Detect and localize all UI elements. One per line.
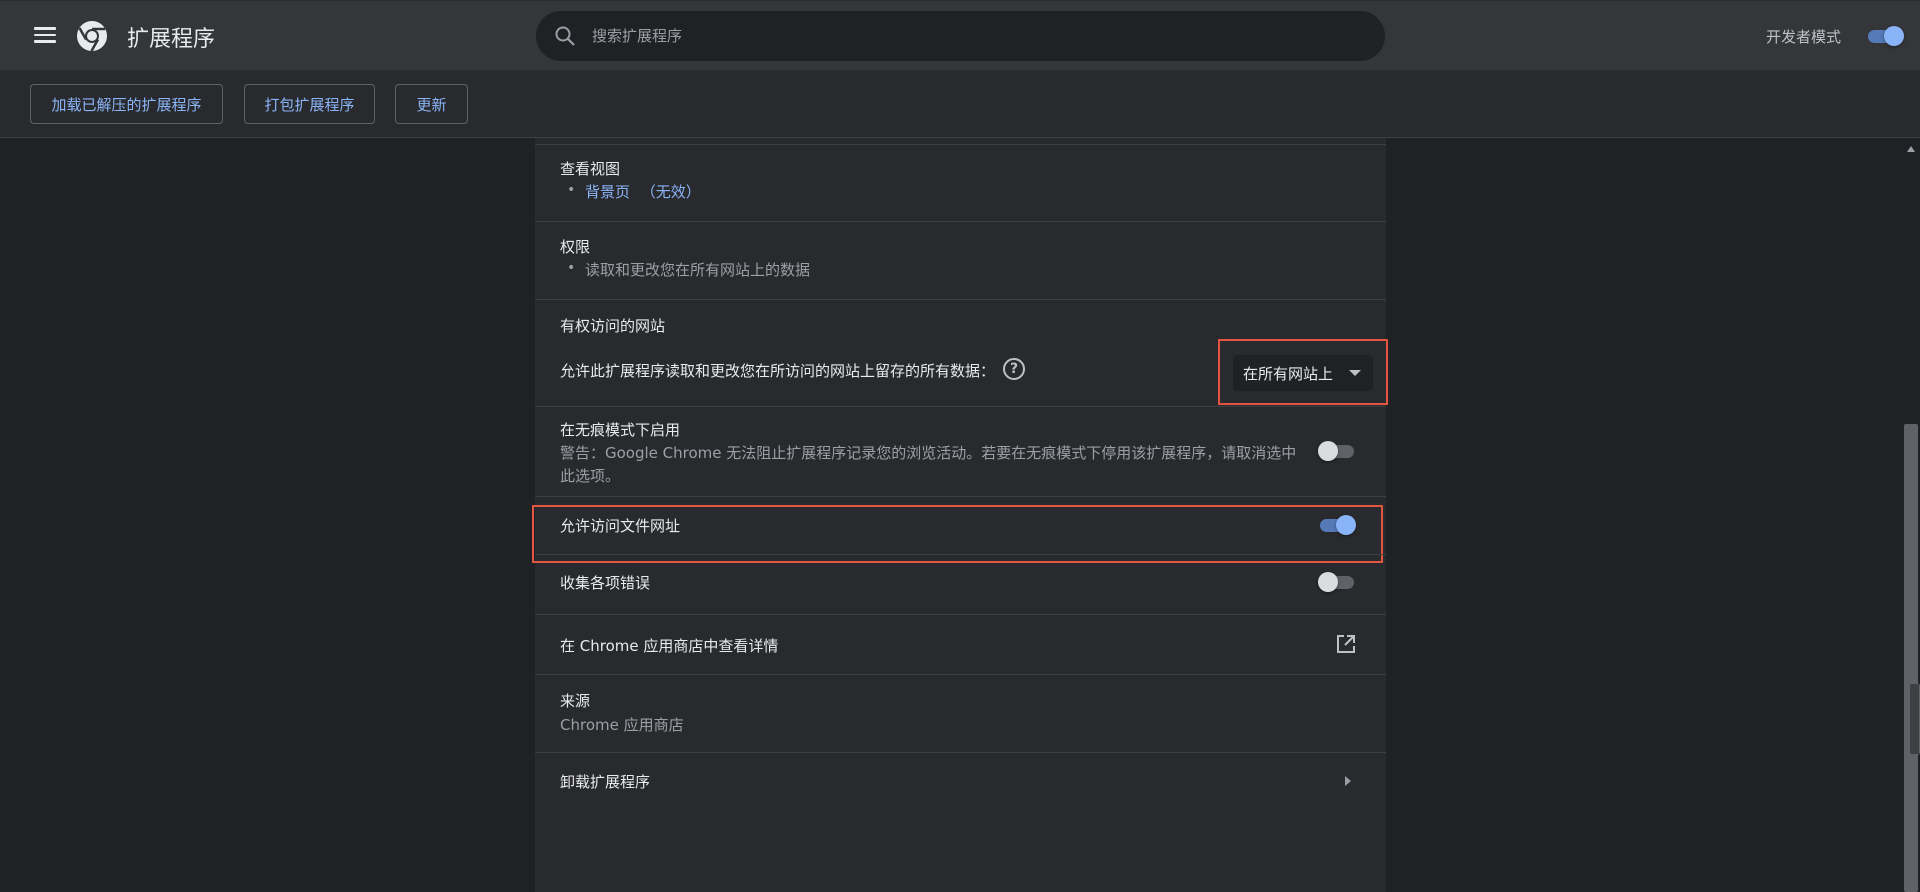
views-title: 查看视图 (560, 160, 621, 178)
help-icon[interactable]: ? (1003, 358, 1025, 380)
source-title: 来源 (560, 692, 591, 710)
load-unpacked-button[interactable]: 加载已解压的扩展程序 (30, 84, 223, 124)
dev-mode-label: 开发者模式 (1766, 28, 1842, 46)
permissions-title: 权限 (560, 238, 591, 256)
search-icon (555, 26, 575, 46)
update-button[interactable]: 更新 (395, 84, 468, 124)
uninstall-row[interactable]: 卸载扩展程序 (535, 752, 1386, 812)
background-page-link[interactable]: 背景页 (585, 183, 630, 201)
views-section: 查看视图 • 背景页 （无效） (535, 144, 1386, 221)
background-page-status: （无效） (640, 183, 701, 201)
incognito-warning-line1: 警告：Google Chrome 无法阻止扩展程序记录您的浏览活动。若要在无痕模… (560, 444, 1297, 462)
search-box[interactable] (536, 11, 1385, 61)
incognito-section: 在无痕模式下启用 警告：Google Chrome 无法阻止扩展程序记录您的浏览… (535, 406, 1386, 496)
file-urls-section: 允许访问文件网址 (535, 496, 1386, 554)
collect-errors-toggle[interactable] (1318, 572, 1356, 592)
site-access-select[interactable]: 在所有网站上 (1233, 355, 1373, 391)
incognito-toggle[interactable] (1318, 441, 1356, 461)
dev-mode-toggle[interactable] (1866, 26, 1904, 46)
file-urls-title: 允许访问文件网址 (560, 517, 681, 535)
permissions-section: 权限 • 读取和更改您在所有网站上的数据 (535, 221, 1386, 299)
developer-toolbar: 加载已解压的扩展程序 打包扩展程序 更新 (0, 70, 1920, 138)
extension-details-card: 查看视图 • 背景页 （无效） 权限 • 读取和更改您在所有网站上的数据 有权访… (532, 138, 1388, 892)
chevron-right-icon (1345, 776, 1351, 786)
file-urls-toggle[interactable] (1318, 515, 1356, 535)
side-widget (1909, 683, 1920, 755)
incognito-title: 在无痕模式下启用 (560, 421, 681, 439)
top-toolbar: 扩展程序 开发者模式 (0, 0, 1920, 70)
webstore-link-row[interactable]: 在 Chrome 应用商店中查看详情 (535, 614, 1386, 674)
site-access-title: 有权访问的网站 (560, 317, 666, 335)
source-section: 来源 Chrome 应用商店 (535, 674, 1386, 752)
source-value: Chrome 应用商店 (560, 716, 684, 734)
collect-errors-title: 收集各项错误 (560, 574, 651, 592)
uninstall-title: 卸载扩展程序 (560, 773, 651, 791)
scroll-thumb[interactable] (1904, 424, 1918, 892)
collect-errors-section: 收集各项错误 (535, 554, 1386, 614)
permission-item: 读取和更改您在所有网站上的数据 (585, 261, 811, 279)
pack-extension-button[interactable]: 打包扩展程序 (244, 84, 375, 124)
dropdown-arrow-icon (1349, 370, 1361, 376)
scrollbar[interactable] (1902, 138, 1920, 892)
page-title: 扩展程序 (127, 27, 216, 52)
site-access-description: 允许此扩展程序读取和更改您在所访问的网站上留存的所有数据： (560, 362, 996, 380)
scroll-up-arrow-icon[interactable] (1907, 146, 1915, 152)
chrome-logo-icon (77, 21, 107, 52)
search-input[interactable] (592, 11, 1352, 61)
menu-icon[interactable] (30, 23, 62, 49)
incognito-warning-line2: 此选项。 (560, 467, 621, 485)
webstore-title: 在 Chrome 应用商店中查看详情 (560, 637, 779, 655)
open-in-new-icon[interactable] (1335, 633, 1357, 655)
